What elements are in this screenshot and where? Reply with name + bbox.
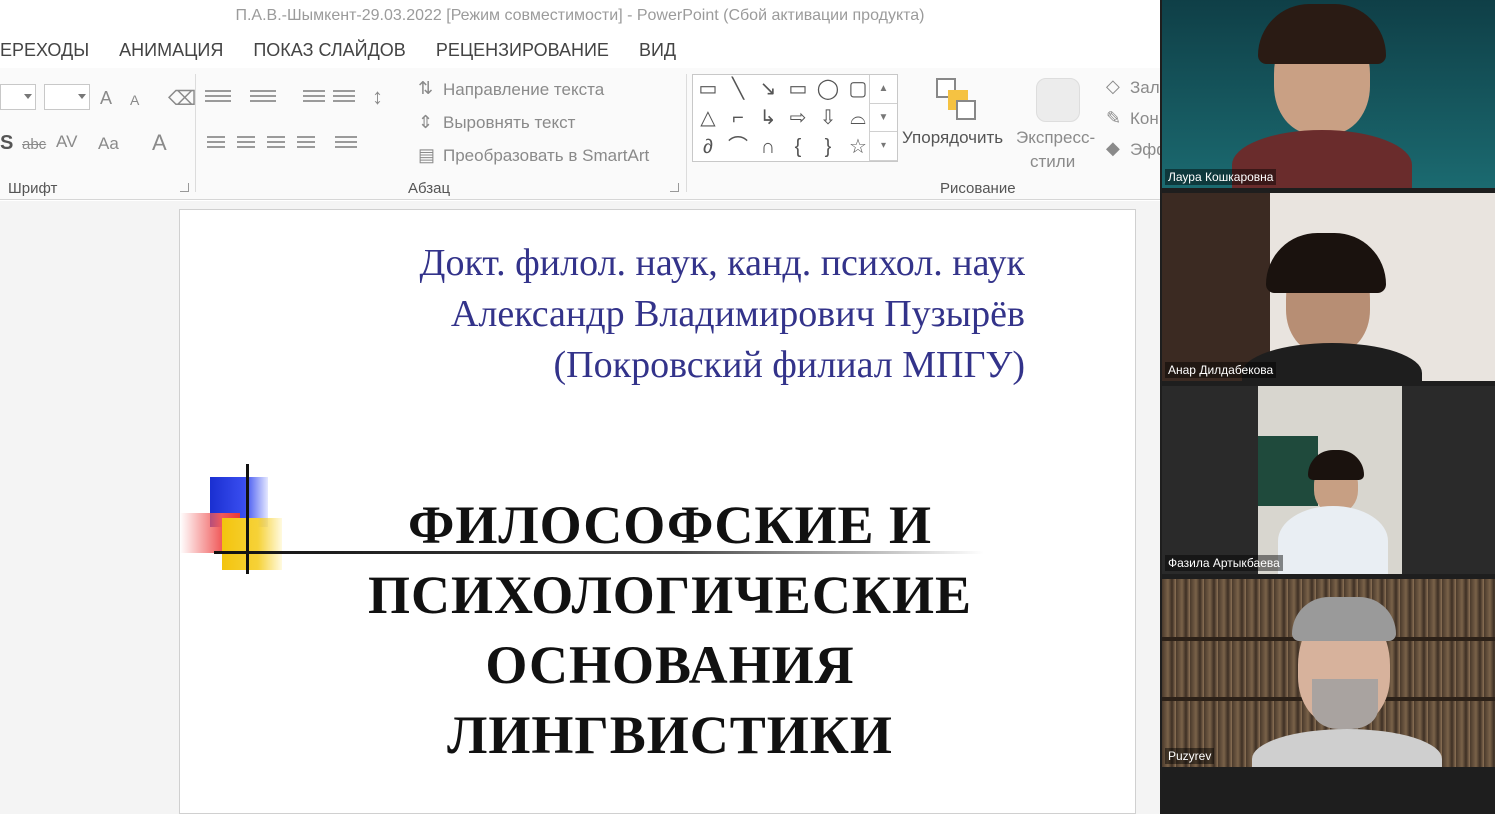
paragraph-group-label: Абзац [408,180,451,197]
decoration-yellow-square [222,518,282,570]
align-text-icon[interactable]: ⇕ [418,112,433,133]
shrink-font-button[interactable]: A [130,92,139,108]
align-left-icon[interactable] [207,136,225,151]
gallery-more-icon[interactable]: ▾ [870,132,897,161]
columns-icon[interactable] [335,136,357,151]
font-dialog-launcher-icon[interactable] [180,183,189,192]
video-tile[interactable]: Puzyrev [1162,579,1495,767]
screen: { "window": { "title": "П.А.В.-Шымкент-2… [0,0,1495,814]
video-tile[interactable]: Фазила Артыкбаева [1162,386,1495,574]
drawing-group-label: Рисование [940,180,1016,197]
convert-smartart-button[interactable]: Преобразовать в SmartArt [443,146,649,166]
elbow-connector-icon[interactable]: ⌐ [723,104,753,132]
shape-fill-icon[interactable]: ◇ [1106,76,1120,97]
video-tile[interactable]: Анар Дилдабекова [1162,193,1495,381]
align-text-button[interactable]: Выровнять текст [443,113,575,133]
ribbon: A A ⌫ S abc AV Aa A Шрифт ↕ ⇅ Направлени… [0,68,1170,200]
shape-outline-button[interactable]: Кон [1130,109,1159,129]
right-arrow-shape-icon[interactable]: ⇨ [783,104,813,132]
justify-icon[interactable] [297,136,315,151]
strikethrough-button[interactable]: abc [22,136,46,153]
participant-name: Фазила Артыкбаева [1165,555,1283,571]
left-brace-shape-icon[interactable]: { [783,133,813,161]
align-center-icon[interactable] [237,136,255,151]
elbow-arrow-icon[interactable]: ↳ [753,104,783,132]
down-arrow-shape-icon[interactable]: ⇩ [813,104,843,132]
curve-shape-icon[interactable]: ∩ [753,133,783,161]
char-spacing-button[interactable]: AV [56,132,77,152]
author-credentials: Докт. филол. наук, канд. психол. наук [419,242,1025,284]
font-name-combo[interactable] [0,84,36,110]
shape-effects-icon[interactable]: ◆ [1106,138,1120,159]
video-panel: Лаура Кошкаровна Анар Дилдабекова Фазила… [1160,0,1495,814]
video-tile[interactable]: Лаура Кошкаровна [1162,0,1495,188]
slide-author-block[interactable]: Докт. филол. наук, канд. психол. наук Ал… [420,238,1025,391]
title-line: ОСНОВАНИЯ [485,635,855,695]
quick-styles-button[interactable]: Экспресс- [1016,128,1095,148]
separator [686,74,687,192]
title-line: ЛИНГВИСТИКИ [447,705,893,765]
quick-styles-button-line2[interactable]: стили [1030,152,1075,172]
text-direction-button[interactable]: Направление текста [443,80,604,100]
textbox-shape-icon[interactable]: ▭ [693,75,723,103]
scribble-shape-icon[interactable]: ∂ [693,133,723,161]
slide-title[interactable]: ФИЛОСОФСКИЕ И ПСИХОЛОГИЧЕСКИЕ ОСНОВАНИЯ … [300,490,1040,770]
separator [195,74,196,192]
participant-hair [1266,233,1386,293]
font-group-label: Шрифт [8,180,58,197]
tab-slideshow[interactable]: ПОКАЗ СЛАЙДОВ [238,34,420,66]
increase-indent-icon[interactable] [333,90,355,105]
arrange-icon[interactable] [934,78,978,122]
title-line: ФИЛОСОФСКИЕ И [408,495,932,555]
tab-view[interactable]: ВИД [624,34,691,66]
bold-button[interactable]: S [0,132,13,155]
bullets-icon[interactable] [205,90,231,105]
participant-body [1278,506,1388,574]
arrange-button[interactable]: Упорядочить [902,128,1003,148]
participant-beard [1312,679,1378,729]
author-affiliation: (Покровский филиал МПГУ) [553,344,1025,386]
triangle-shape-icon[interactable]: △ [693,104,723,132]
line-shape-icon[interactable]: ╲ [723,75,753,103]
tab-review[interactable]: РЕЦЕНЗИРОВАНИЕ [421,34,624,66]
arrow-line-shape-icon[interactable]: ↘ [753,75,783,103]
smartart-icon[interactable]: ▤ [418,145,435,166]
decoration-vertical-line [246,464,249,574]
align-right-icon[interactable] [267,136,285,151]
rectangle-shape-icon[interactable]: ▭ [783,75,813,103]
shapes-gallery[interactable]: ▭ ╲ ↘ ▭ ◯ ▢ △ ⌐ ↳ ⇨ ⇩ ⌓ ∂ ⌒ ∩ { } ☆ ▲ ▼ … [692,74,898,162]
clear-format-icon[interactable]: ⌫ [168,86,196,111]
ribbon-tabs: ЕРЕХОДЫ АНИМАЦИЯ ПОКАЗ СЛАЙДОВ РЕЦЕНЗИРО… [0,34,691,66]
font-size-combo[interactable] [44,84,90,110]
decrease-indent-icon[interactable] [303,90,325,105]
line-spacing-icon[interactable]: ↕ [372,84,383,110]
change-case-button[interactable]: Aa [98,134,119,154]
tab-transitions[interactable]: ЕРЕХОДЫ [0,34,104,66]
participant-name: Puzyrev [1165,748,1215,764]
author-name: Александр Владимирович Пузырёв [450,293,1025,335]
participant-hair [1292,597,1396,641]
shape-outline-icon[interactable]: ✎ [1106,108,1121,129]
window-title: П.А.В.-Шымкент-29.03.2022 [Режим совмест… [235,7,925,24]
gallery-up-icon[interactable]: ▲ [870,75,897,104]
right-brace-shape-icon[interactable]: } [813,133,843,161]
arc-shape-icon[interactable]: ⌒ [723,133,753,161]
font-color-button[interactable]: A [152,130,167,156]
quick-styles-icon[interactable] [1036,78,1080,122]
gallery-down-icon[interactable]: ▼ [870,104,897,133]
oval-shape-icon[interactable]: ◯ [813,75,843,103]
title-line: ПСИХОЛОГИЧЕСКИЕ [368,565,972,625]
paragraph-dialog-launcher-icon[interactable] [670,183,679,192]
slide[interactable]: Докт. филол. наук, канд. психол. наук Ал… [179,209,1136,814]
gallery-scroll[interactable]: ▲ ▼ ▾ [869,75,897,161]
numbering-icon[interactable] [250,90,276,105]
grow-font-button[interactable]: A [100,88,112,109]
tab-animation[interactable]: АНИМАЦИЯ [104,34,238,66]
participant-name: Лаура Кошкаровна [1165,169,1277,185]
text-direction-icon[interactable]: ⇅ [418,78,433,99]
shape-fill-button[interactable]: Зал [1130,78,1160,98]
participant-name: Анар Дилдабекова [1165,362,1277,378]
